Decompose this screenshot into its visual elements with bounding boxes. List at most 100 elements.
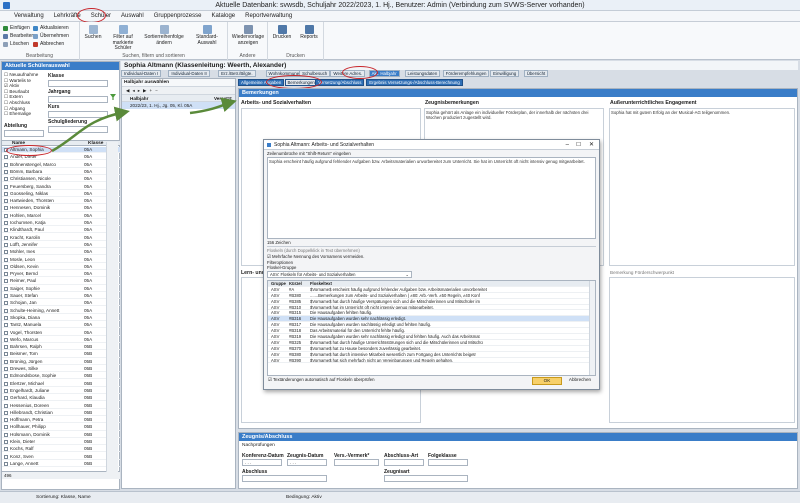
list-item[interactable]: Brüning, Jürgen 05B bbox=[2, 359, 120, 365]
list-item[interactable]: Saiger, Sophie 05A bbox=[2, 286, 120, 292]
list-item[interactable]: Lüfft, Jennifer 05A bbox=[2, 242, 120, 249]
abbrechen-button[interactable]: Abbrechen bbox=[33, 41, 64, 47]
uebernehmen-button[interactable]: Übernehmen bbox=[33, 33, 69, 39]
list-item[interactable]: Klindthardt, Paul 05A bbox=[2, 227, 120, 234]
nav-last-icon[interactable]: ▶ bbox=[143, 88, 146, 94]
list-item[interactable]: Hollhauer, Philipp 05B bbox=[2, 424, 120, 431]
col-kuerzel[interactable]: Kürzel bbox=[289, 281, 310, 286]
col-floskeltext[interactable]: Floskeltext bbox=[310, 281, 595, 286]
row-checkbox[interactable] bbox=[4, 235, 8, 240]
row-checkbox[interactable] bbox=[4, 425, 8, 430]
row-checkbox[interactable] bbox=[4, 374, 8, 379]
menu-reportverwaltung[interactable]: Reportverwaltung bbox=[243, 13, 294, 19]
row-checkbox[interactable] bbox=[4, 410, 8, 415]
list-item[interactable]: Hartwieden, Thorsten 05A bbox=[2, 198, 120, 205]
list-item[interactable]: Bömm, Barbara 05A bbox=[2, 169, 120, 176]
list-item[interactable]: Beismer, Tom 05B bbox=[2, 351, 120, 358]
filter-markierte-button[interactable]: Filter auf markierte Schüler bbox=[105, 25, 141, 52]
zeugnisart-select[interactable] bbox=[384, 475, 468, 482]
tab-erz-betr-bilgte-[interactable]: Erz./Betr./Bilgte. bbox=[218, 70, 256, 77]
foerderschwerpunkt-field[interactable] bbox=[609, 277, 795, 423]
menu-verwaltung[interactable]: Verwaltung bbox=[12, 13, 46, 19]
konferenz-datum-input[interactable]: . . . bbox=[242, 459, 282, 466]
row-checkbox[interactable] bbox=[4, 418, 8, 423]
col-klasse[interactable]: Klasse bbox=[88, 141, 103, 146]
list-item[interactable]: Hohlen, Marcel 05A bbox=[2, 213, 120, 219]
wiedervorlage-button[interactable]: Wiedervorlage anzeigen bbox=[230, 25, 266, 46]
nav-add-icon[interactable]: + bbox=[149, 88, 152, 93]
vers-vermerk-select[interactable] bbox=[334, 459, 379, 466]
bearbeiten-button[interactable]: Bearbeiten bbox=[3, 33, 34, 39]
row-checkbox[interactable] bbox=[4, 432, 8, 437]
row-checkbox[interactable] bbox=[4, 294, 8, 298]
list-item[interactable]: Klein, Dieter 05B bbox=[2, 439, 120, 446]
list-item[interactable]: Reimer, Paul 05A bbox=[2, 278, 120, 285]
row-checkbox[interactable] bbox=[4, 169, 8, 174]
dialog-textarea[interactable]: Sophia erscheint häufig aufgrund fehlend… bbox=[267, 157, 596, 239]
row-checkbox[interactable] bbox=[4, 447, 8, 452]
list-item[interactable]: Kracht, Karolin 05A bbox=[2, 235, 120, 241]
row-checkbox[interactable] bbox=[4, 301, 8, 306]
list-item[interactable]: Schojan, Jan 05A bbox=[2, 300, 120, 307]
list-item[interactable]: Engelhardt, Juliane 05B bbox=[2, 388, 120, 395]
list-item[interactable]: Goosseling, Niklas 05A bbox=[2, 191, 120, 197]
close-icon[interactable]: ✕ bbox=[589, 140, 594, 150]
row-checkbox[interactable] bbox=[4, 330, 8, 335]
floskel-gruppe-select[interactable]: ASV: Floskeln für Arbeits- und Sozialver… bbox=[267, 271, 412, 278]
klasse-select[interactable] bbox=[48, 80, 108, 87]
dialog-abbrechen-button[interactable]: Abbrechen bbox=[564, 377, 596, 385]
zeugnis-datum-input[interactable]: . . . bbox=[287, 459, 327, 466]
loeschen-button[interactable]: Löschen bbox=[3, 41, 29, 47]
col-gruppe[interactable]: Gruppe bbox=[268, 281, 289, 286]
row-checkbox[interactable] bbox=[4, 228, 8, 233]
row-checkbox[interactable] bbox=[4, 461, 8, 466]
list-item[interactable]: Mohler, Ines 05A bbox=[2, 249, 120, 256]
list-item[interactable]: Schulte-Heiming, Annett 05A bbox=[2, 308, 120, 314]
nav-prev-icon[interactable]: ◂ bbox=[132, 88, 134, 94]
row-checkbox[interactable] bbox=[4, 345, 8, 350]
list-item[interactable]: Hülsmann, Dominik 05B bbox=[2, 432, 120, 438]
list-item[interactable]: Christiansen, Nicole 05A bbox=[2, 176, 120, 183]
suchen-button[interactable]: Suchen bbox=[82, 25, 104, 41]
row-checkbox[interactable] bbox=[4, 352, 8, 357]
row-checkbox[interactable] bbox=[4, 359, 8, 364]
row-checkbox[interactable] bbox=[4, 242, 8, 247]
tab-individual-daten-i[interactable]: Individual-Daten I bbox=[121, 70, 162, 77]
list-item[interactable]: Gerhard, Klaudia 05B bbox=[2, 395, 120, 402]
drucken-button[interactable]: Drucken bbox=[270, 25, 294, 41]
table-row[interactable]: ASV #B390 $Vorname$ hat sich mehrfach nich… bbox=[268, 358, 595, 364]
list-item[interactable]: Tantz, Manuela 05A bbox=[2, 322, 120, 329]
schulgliederung-select[interactable] bbox=[48, 126, 108, 133]
list-item[interactable]: Feuersberg, Sandra 05A bbox=[2, 184, 120, 190]
row-checkbox[interactable] bbox=[4, 250, 8, 255]
row-checkbox[interactable] bbox=[4, 177, 8, 182]
aktualisieren-button[interactable]: Aktualisieren bbox=[33, 25, 69, 31]
row-checkbox[interactable] bbox=[4, 403, 8, 408]
list-item[interactable]: Elertzer, Michael 05B bbox=[2, 381, 120, 387]
menu-gruppenprozesse[interactable]: Gruppenprozesse bbox=[152, 13, 204, 19]
standard-auswahl-button[interactable]: Standard-Auswahl bbox=[187, 25, 227, 46]
row-checkbox[interactable] bbox=[4, 367, 8, 371]
list-item[interactable]: Sauer, Stefan 05A bbox=[2, 293, 120, 300]
nav-first-icon[interactable]: ◀ bbox=[126, 88, 129, 94]
tab-einwilligung[interactable]: Einwilligung bbox=[490, 70, 520, 77]
halbjahr-row[interactable]: 2022/23, 1. Hj., Jg. 05, Kl. 05A bbox=[122, 102, 235, 109]
row-checkbox[interactable] bbox=[4, 162, 8, 167]
list-item[interactable]: Drewes, Silke 05B bbox=[2, 366, 120, 373]
engagement-field[interactable]: Sophia hat mit gutem Erfolg an der Music… bbox=[609, 108, 795, 266]
row-checkbox[interactable] bbox=[4, 221, 8, 225]
row-checkbox[interactable] bbox=[4, 213, 8, 218]
folgeklasse-select[interactable] bbox=[428, 459, 468, 466]
abschluss-select[interactable] bbox=[242, 475, 327, 482]
list-item[interactable]: Hennesen, Dominik 05A bbox=[2, 205, 120, 212]
row-checkbox[interactable] bbox=[4, 199, 8, 204]
row-checkbox[interactable] bbox=[4, 454, 8, 459]
list-item[interactable]: Pryver, Bernd 05A bbox=[2, 271, 120, 278]
row-checkbox[interactable] bbox=[4, 279, 8, 284]
filter-icon[interactable] bbox=[110, 94, 116, 100]
jahrgang-select[interactable] bbox=[48, 96, 108, 103]
list-item[interactable]: Iochumsen, Katja 05A bbox=[2, 220, 120, 227]
row-checkbox[interactable] bbox=[4, 286, 8, 291]
minimize-icon[interactable]: – bbox=[566, 140, 569, 150]
status-ehemalige[interactable]: ☐ Ehemalige bbox=[4, 111, 46, 117]
